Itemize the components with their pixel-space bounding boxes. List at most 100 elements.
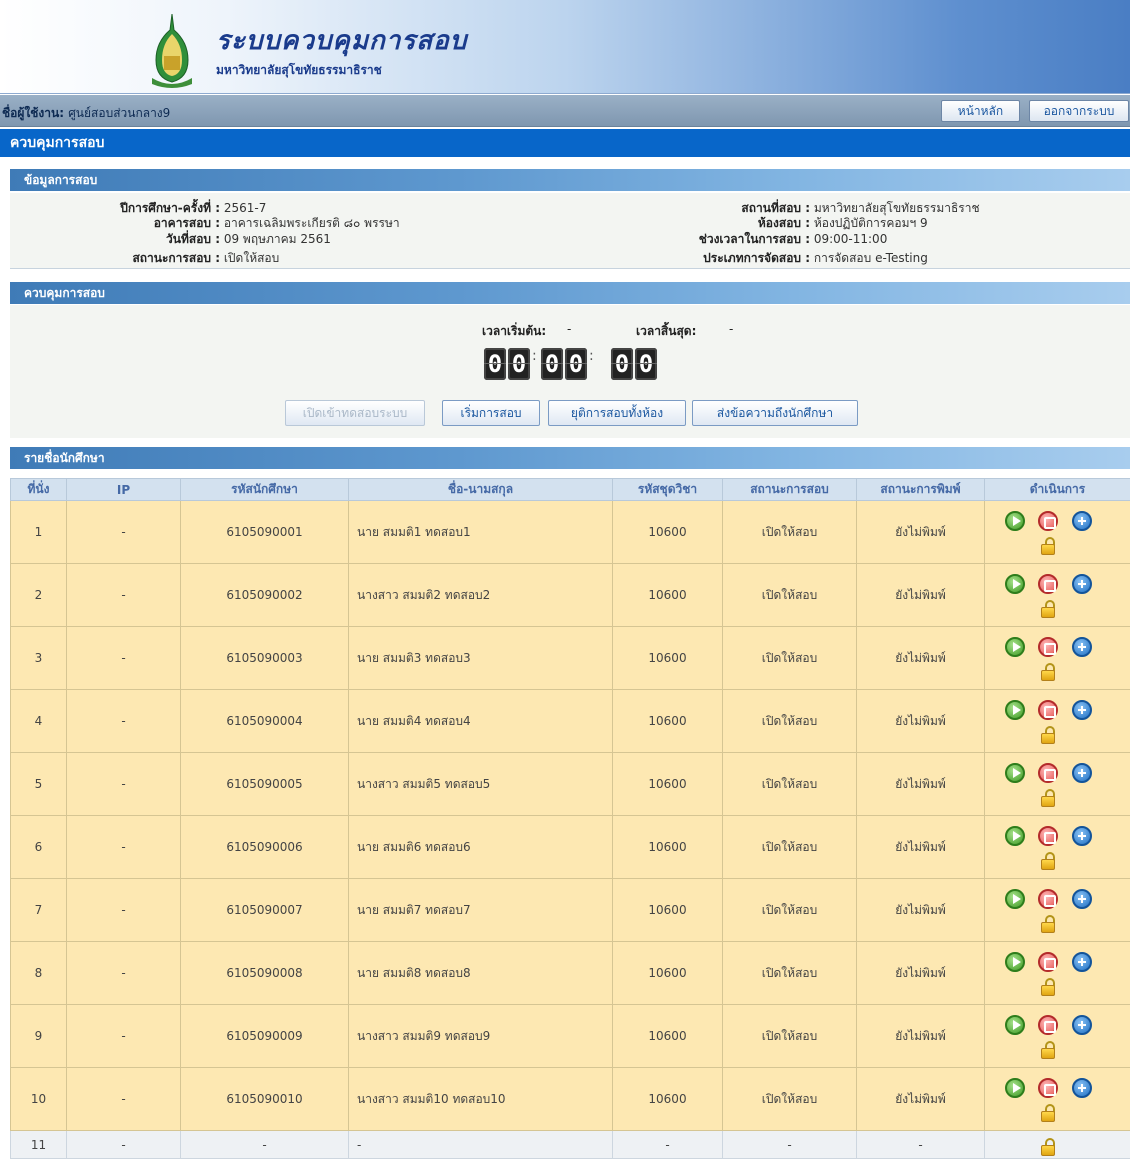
seat-cell: 4 xyxy=(10,689,67,753)
start-student-exam-icon[interactable] xyxy=(1005,637,1025,657)
add-time-icon[interactable] xyxy=(1072,1078,1092,1098)
unlock-icon[interactable] xyxy=(1040,915,1058,933)
stop-student-exam-icon[interactable] xyxy=(1038,511,1058,531)
row-actions xyxy=(985,822,1130,872)
info-value: อาคารเฉลิมพระเกียรติ ๘๐ พรรษา xyxy=(223,216,400,230)
stop-student-exam-icon[interactable] xyxy=(1038,826,1058,846)
row-actions xyxy=(985,570,1130,620)
seat-cell: 5 xyxy=(10,752,67,816)
add-time-icon[interactable] xyxy=(1072,889,1092,909)
page-title: ควบคุมการสอบ xyxy=(0,129,1130,157)
col-seat: ที่นั่ง xyxy=(10,478,67,501)
name-cell: นาย สมมติ8 ทดสอบ8 xyxy=(348,941,613,1005)
table-row: 10-6105090010 นางสาว สมมติ10 ทดสอบ10 10600… xyxy=(10,1067,1130,1131)
print-status-cell: ยังไม่พิมพ์ xyxy=(856,878,985,942)
stop-all-exam-button[interactable]: ยุติการสอบทั้งห้อง xyxy=(548,400,686,426)
stop-student-exam-icon[interactable] xyxy=(1038,637,1058,657)
seat-cell: 8 xyxy=(10,941,67,1005)
course-cell: 10600 xyxy=(612,878,723,942)
stop-student-exam-icon[interactable] xyxy=(1038,1078,1058,1098)
stop-student-exam-icon[interactable] xyxy=(1038,1015,1058,1035)
col-actions: ดำเนินการ xyxy=(984,478,1130,501)
add-time-icon[interactable] xyxy=(1072,574,1092,594)
print-status-cell: - xyxy=(856,1130,985,1159)
add-time-icon[interactable] xyxy=(1072,1015,1092,1035)
open-system-test-button[interactable]: เปิดเข้าทดสอบระบบ xyxy=(285,400,425,426)
app-title: ระบบควบคุมการสอบ xyxy=(216,26,468,56)
row-actions xyxy=(985,759,1130,809)
unlock-icon[interactable] xyxy=(1040,726,1058,744)
user-bar: ชื่อผู้ใช้งาน: ศูนย์สอบส่วนกลาง9 หน้าหลั… xyxy=(0,95,1130,127)
start-student-exam-icon[interactable] xyxy=(1005,952,1025,972)
app-header: ระบบควบคุมการสอบ มหาวิทยาลัยสุโขทัยธรรมา… xyxy=(0,0,1130,94)
unlock-icon[interactable] xyxy=(1040,852,1058,870)
info-value: การจัดสอบ e-Testing xyxy=(813,251,928,265)
exam-status-cell: เปิดให้สอบ xyxy=(722,752,857,816)
table-row: 3-6105090003 นาย สมมติ3 ทดสอบ3 10600 เปิดให… xyxy=(10,626,1130,690)
add-time-icon[interactable] xyxy=(1072,700,1092,720)
start-student-exam-icon[interactable] xyxy=(1005,574,1025,594)
exam-info-heading: ข้อมูลการสอบ xyxy=(10,169,1130,191)
ip-cell: - xyxy=(66,1130,181,1159)
table-row: 4-6105090004 นาย สมมติ4 ทดสอบ4 10600 เปิดให… xyxy=(10,689,1130,753)
timer-digit: 0 xyxy=(508,348,530,380)
timer-digit: 0 xyxy=(484,348,506,380)
start-student-exam-icon[interactable] xyxy=(1005,1015,1025,1035)
name-cell: นาย สมมติ4 ทดสอบ4 xyxy=(348,689,613,753)
row-actions xyxy=(985,885,1130,935)
start-exam-button[interactable]: เริ่มการสอบ xyxy=(442,400,540,426)
name-cell: นาย สมมติ3 ทดสอบ3 xyxy=(348,626,613,690)
lock-body xyxy=(1041,985,1055,996)
exam-status-cell: เปิดให้สอบ xyxy=(722,689,857,753)
start-student-exam-icon[interactable] xyxy=(1005,826,1025,846)
start-student-exam-icon[interactable] xyxy=(1005,889,1025,909)
add-time-icon[interactable] xyxy=(1072,637,1092,657)
stop-student-exam-icon[interactable] xyxy=(1038,889,1058,909)
ip-cell: - xyxy=(66,500,181,564)
unlock-icon[interactable] xyxy=(1040,1104,1058,1122)
unlock-icon[interactable] xyxy=(1040,978,1058,996)
student-list-heading: รายชื่อนักศึกษา xyxy=(10,447,1130,469)
name-cell: นางสาว สมมติ2 ทดสอบ2 xyxy=(348,563,613,627)
add-time-icon[interactable] xyxy=(1072,826,1092,846)
timer-digit: 0 xyxy=(565,348,587,380)
exam-status-cell: เปิดให้สอบ xyxy=(722,1004,857,1068)
stop-student-exam-icon[interactable] xyxy=(1038,763,1058,783)
stop-student-exam-icon[interactable] xyxy=(1038,700,1058,720)
student-table-body: 1-6105090001 นาย สมมติ1 ทดสอบ1 10600 เปิดให… xyxy=(10,500,1130,1159)
unlock-icon[interactable] xyxy=(1040,663,1058,681)
start-student-exam-icon[interactable] xyxy=(1005,700,1025,720)
col-ip: IP xyxy=(66,478,181,501)
col-print-status: สถานะการพิมพ์ xyxy=(856,478,985,501)
course-cell: 10600 xyxy=(612,941,723,1005)
stop-student-exam-icon[interactable] xyxy=(1038,952,1058,972)
add-time-icon[interactable] xyxy=(1072,763,1092,783)
exam-status-cell: เปิดให้สอบ xyxy=(722,1067,857,1131)
app-subtitle: มหาวิทยาลัยสุโขทัยธรรมาธิราช xyxy=(216,63,382,77)
unlock-icon[interactable] xyxy=(1040,789,1058,807)
actions-cell xyxy=(984,626,1130,690)
info-key: สถานะการสอบ : xyxy=(132,251,220,265)
actions-cell xyxy=(984,1004,1130,1068)
unlock-icon[interactable] xyxy=(1040,1041,1058,1059)
unlock-icon[interactable] xyxy=(1040,1137,1058,1156)
add-time-icon[interactable] xyxy=(1072,511,1092,531)
actions-cell xyxy=(984,752,1130,816)
logout-button[interactable]: ออกจากระบบ xyxy=(1029,100,1129,122)
unlock-icon[interactable] xyxy=(1040,600,1058,618)
actions-cell xyxy=(984,941,1130,1005)
unlock-icon[interactable] xyxy=(1040,537,1058,555)
seat-cell: 3 xyxy=(10,626,67,690)
send-message-button[interactable]: ส่งข้อความถึงนักศึกษา xyxy=(692,400,858,426)
home-button[interactable]: หน้าหลัก xyxy=(941,100,1020,122)
stop-student-exam-icon[interactable] xyxy=(1038,574,1058,594)
start-student-exam-icon[interactable] xyxy=(1005,1078,1025,1098)
table-row: 5-6105090005 นางสาว สมมติ5 ทดสอบ5 10600 เปิ… xyxy=(10,752,1130,816)
add-time-icon[interactable] xyxy=(1072,952,1092,972)
ip-cell: - xyxy=(66,1067,181,1131)
ip-cell: - xyxy=(66,941,181,1005)
student-id-cell: 6105090003 xyxy=(180,626,349,690)
start-student-exam-icon[interactable] xyxy=(1005,763,1025,783)
actions-cell xyxy=(984,1067,1130,1131)
start-student-exam-icon[interactable] xyxy=(1005,511,1025,531)
